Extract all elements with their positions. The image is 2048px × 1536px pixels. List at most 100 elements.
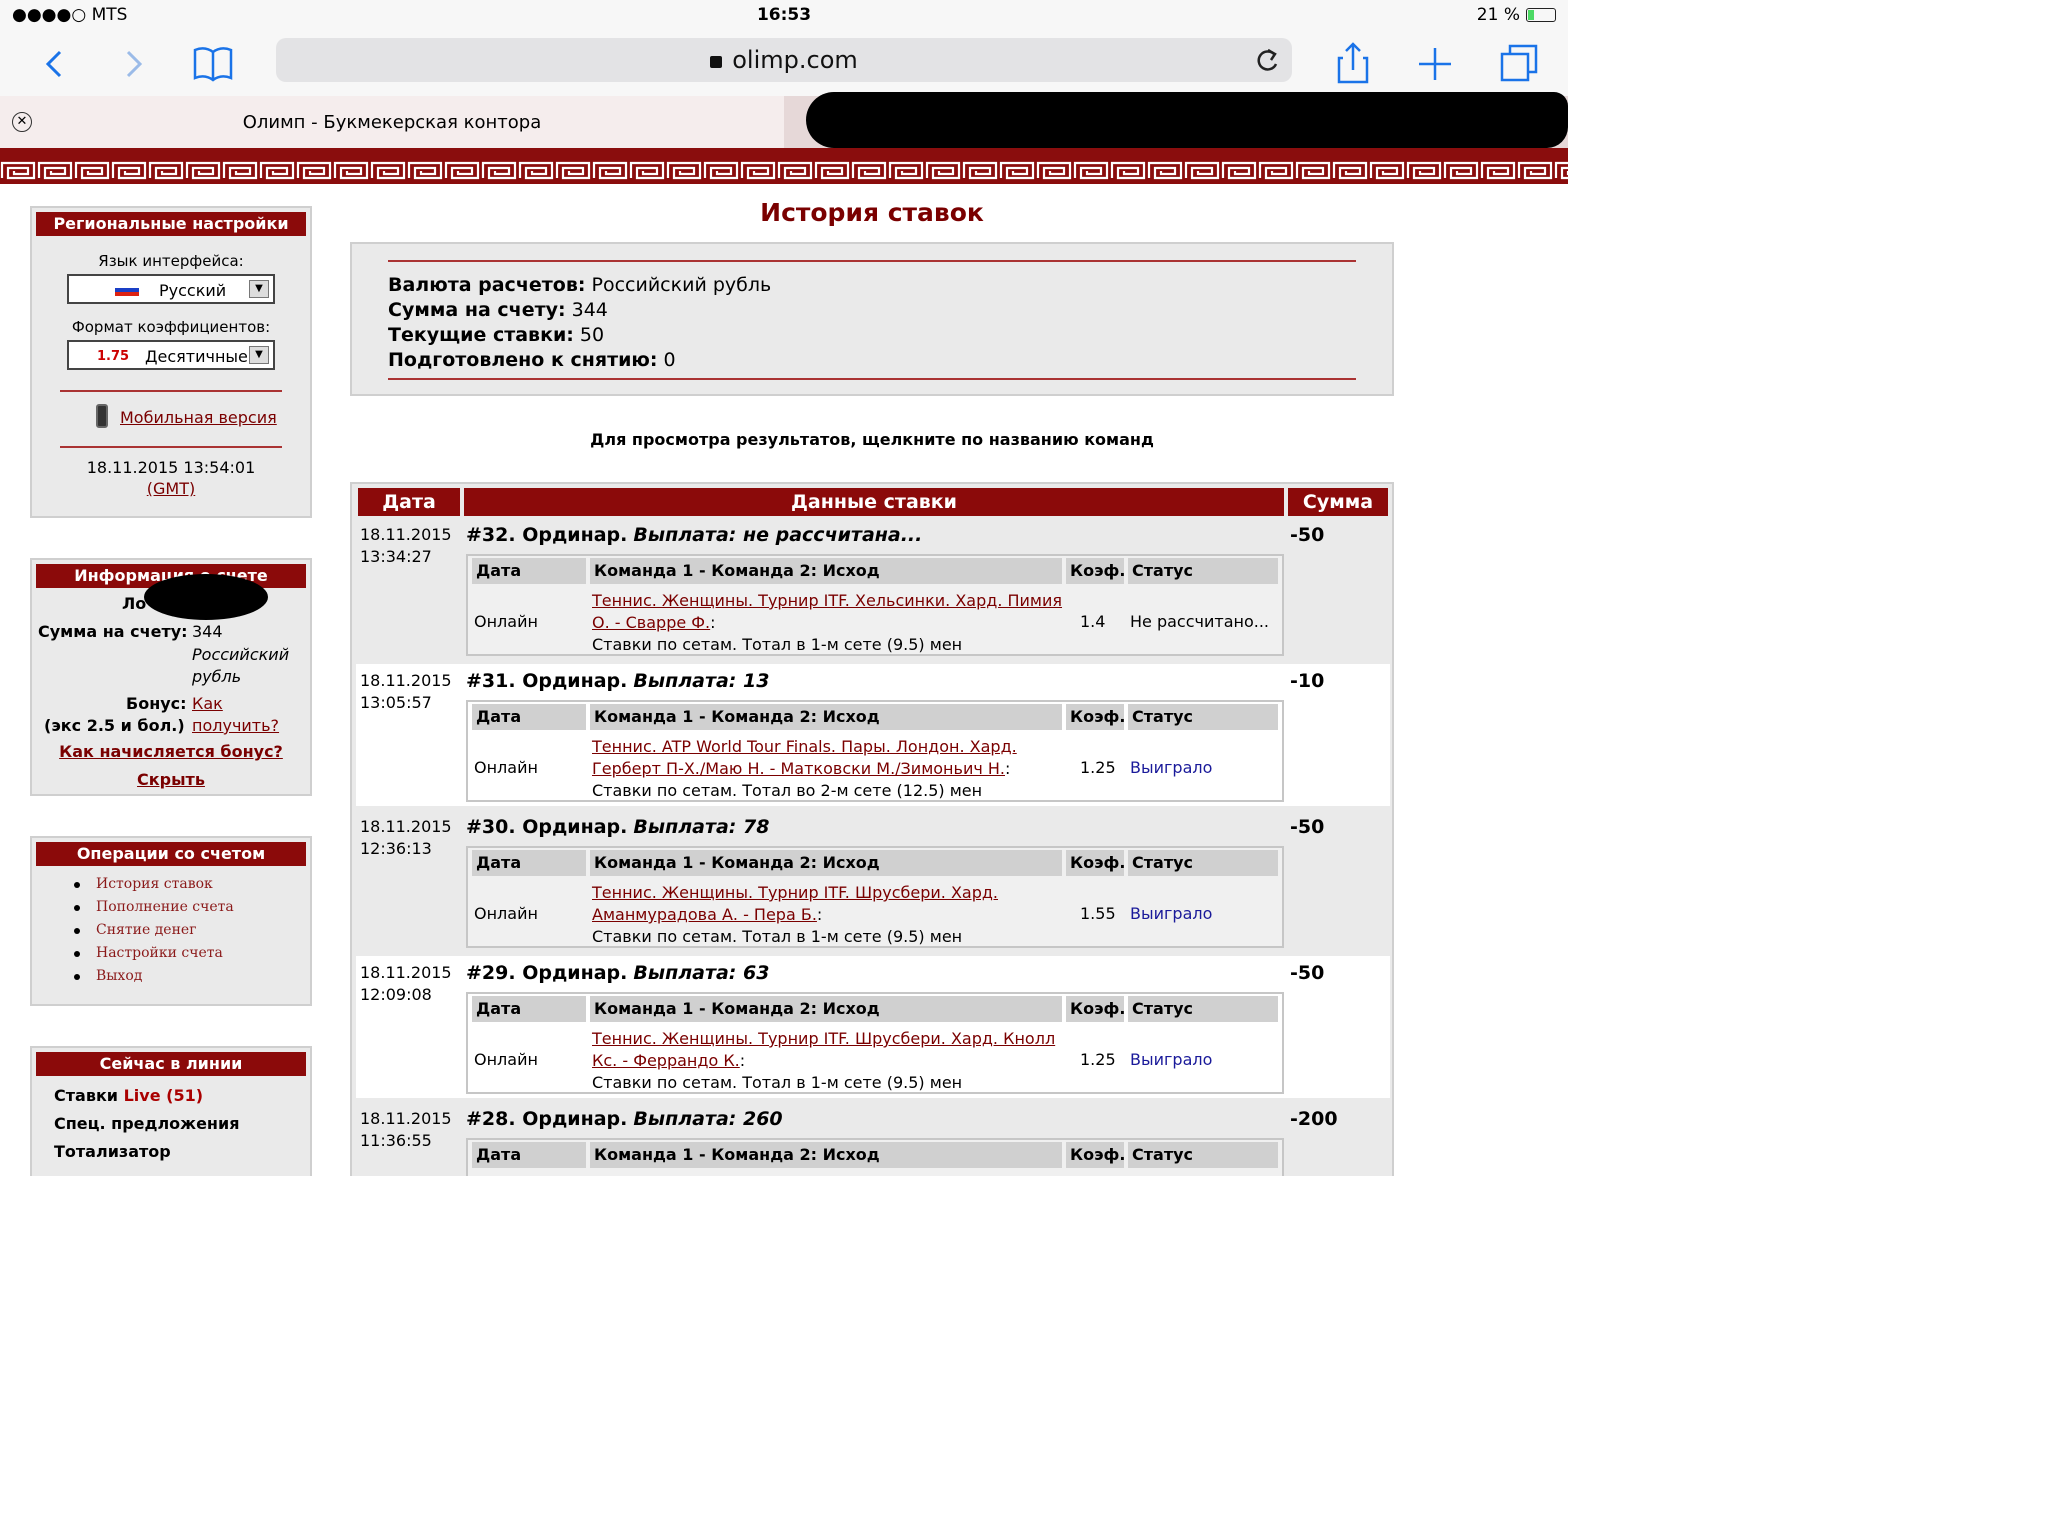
inner-teams-header: Команда 1 - Команда 2: Исход bbox=[590, 558, 1062, 584]
bet-mode: Онлайн bbox=[474, 612, 538, 631]
tab-olimp[interactable]: ✕ Олимп - Букмекерская контора bbox=[0, 96, 784, 148]
account-operations-box: Операции со счетом История ставок Пополн… bbox=[30, 836, 312, 1006]
account-summary: Валюта расчетов: Российский рубль Сумма … bbox=[350, 242, 1394, 396]
account-operations-title: Операции со счетом bbox=[36, 842, 306, 866]
op-withdraw[interactable]: Снятие денег bbox=[32, 922, 310, 945]
bet-mode: Онлайн bbox=[474, 758, 538, 777]
bet-status: Выиграло bbox=[1130, 904, 1213, 923]
inner-teams-header: Команда 1 - Команда 2: Исход bbox=[590, 1142, 1062, 1168]
bet-market: Ставки по сетам. Тотал в 1-м сете (9.5) … bbox=[592, 927, 963, 946]
hide-link[interactable]: Скрыть bbox=[32, 770, 310, 789]
bet-datetime: 18.11.2015 12:09:08 bbox=[360, 962, 460, 1006]
lock-icon bbox=[710, 56, 723, 68]
bet-coef: 1.25 bbox=[1080, 758, 1116, 777]
bet-date: 18.11.2015 bbox=[360, 671, 452, 690]
mobile-version-link[interactable]: Мобильная версия bbox=[120, 408, 277, 427]
dropdown-arrow-icon[interactable]: ▼ bbox=[249, 346, 269, 364]
odds-format-value: Десятичные bbox=[145, 347, 248, 366]
battery-icon bbox=[1526, 8, 1556, 22]
odds-sample: 1.75 bbox=[97, 349, 130, 364]
tabs-overview-icon[interactable] bbox=[1494, 38, 1544, 88]
bet-event: Теннис. Женщины. Турнир ITF. Хельсинки. … bbox=[592, 591, 1063, 654]
back-icon[interactable] bbox=[28, 38, 78, 88]
greek-key-banner bbox=[0, 148, 1568, 184]
language-value: Русский bbox=[159, 281, 227, 300]
event-link[interactable]: Теннис. Женщины. Турнир ITF. Шрусбери. Х… bbox=[592, 1029, 1055, 1048]
bet-mode: Онлайн bbox=[474, 904, 538, 923]
bet-mode: Онлайн bbox=[474, 1050, 538, 1069]
bet-time: 13:34:27 bbox=[360, 547, 432, 566]
inner-date-header: Дата bbox=[472, 1142, 586, 1168]
bet-event: Теннис. Женщины. Турнир ITF. Шрусбери. Х… bbox=[592, 883, 999, 946]
now-in-line-box: Сейчас в линии Ставки Live (51) Спец. пр… bbox=[30, 1046, 312, 1176]
bookmarks-icon[interactable] bbox=[188, 38, 238, 88]
bet-event: Теннис. Женщины. Турнир ITF. Шрусбери. Х… bbox=[592, 1029, 1056, 1092]
new-tab-icon[interactable] bbox=[1410, 38, 1460, 88]
reload-icon[interactable] bbox=[1252, 40, 1282, 87]
inner-status-header: Статус bbox=[1128, 996, 1278, 1022]
bet-sum: -200 bbox=[1290, 1108, 1338, 1130]
bet-event: Теннис. ATP World Tour Finals. Пары. Лон… bbox=[592, 737, 1017, 800]
bet-coef: 1.25 bbox=[1080, 1050, 1116, 1069]
server-datetime: 18.11.2015 13:54:01 bbox=[86, 458, 256, 477]
browser-toolbar: olimp.com bbox=[0, 32, 1568, 96]
bet-heading: #28. Ординар. Выплата: 260 bbox=[466, 1108, 783, 1130]
timezone-link[interactable]: (GMT) bbox=[147, 479, 195, 498]
bet-details: Дата Команда 1 - Команда 2: Исход Коэф. … bbox=[466, 554, 1284, 656]
divider bbox=[60, 390, 282, 392]
bet-date: 18.11.2015 bbox=[360, 525, 452, 544]
event-teams-link[interactable]: Кс. - Феррандо К. bbox=[592, 1051, 740, 1070]
event-link[interactable]: Теннис. Женщины. Турнир ITF. Хельсинки. … bbox=[592, 591, 1062, 610]
inner-date-header: Дата bbox=[472, 704, 586, 730]
inner-teams-header: Команда 1 - Команда 2: Исход bbox=[590, 996, 1062, 1022]
bet-heading: #32. Ординар. Выплата: не рассчитана... bbox=[466, 524, 922, 546]
totalizator-link[interactable]: Тотализатор bbox=[54, 1142, 171, 1161]
bet-date: 18.11.2015 bbox=[360, 963, 452, 982]
event-teams-link[interactable]: О. - Сварре Ф. bbox=[592, 613, 710, 632]
event-link[interactable]: Теннис. ATP World Tour Finals. Пары. Лон… bbox=[592, 737, 1017, 756]
op-bet-history[interactable]: История ставок bbox=[32, 876, 310, 899]
bet-payout: Выплата: 13 bbox=[633, 670, 770, 692]
inner-coef-header: Коэф. bbox=[1066, 996, 1126, 1022]
battery-status: 21 % bbox=[1477, 5, 1556, 25]
redaction-mark bbox=[806, 92, 1568, 148]
bonus-accrual-link[interactable]: Как начисляется бонус? bbox=[32, 742, 310, 761]
balance-row: Сумма на счету: 344 bbox=[388, 299, 608, 321]
live-bets-item[interactable]: Ставки Live (51) bbox=[54, 1086, 203, 1105]
bonus-how-link[interactable]: Как bbox=[192, 694, 223, 713]
forward-icon[interactable] bbox=[108, 38, 158, 88]
bet-sum: -50 bbox=[1290, 816, 1325, 838]
event-teams-link[interactable]: Аманмурадова А. - Пера Б. bbox=[592, 905, 817, 924]
col-date-header: Дата bbox=[358, 488, 460, 516]
currency-row: Валюта расчетов: Российский рубль bbox=[388, 274, 772, 296]
op-deposit[interactable]: Пополнение счета bbox=[32, 899, 310, 922]
address-bar[interactable]: olimp.com bbox=[276, 38, 1292, 82]
inner-coef-header: Коэф. bbox=[1066, 1142, 1126, 1168]
odds-format-select[interactable]: 1.75 Десятичные ▼ bbox=[67, 340, 275, 370]
inner-teams-header: Команда 1 - Команда 2: Исход bbox=[590, 704, 1062, 730]
withdraw-row: Подготовлено к снятию: 0 bbox=[388, 349, 676, 371]
divider bbox=[388, 378, 1356, 380]
balance-label: Сумма на счету: bbox=[38, 622, 188, 641]
bet-sum: -10 bbox=[1290, 670, 1325, 692]
special-offers-link[interactable]: Спец. предложения bbox=[54, 1114, 239, 1133]
live-bets-link[interactable]: Live (51) bbox=[124, 1086, 203, 1105]
event-link[interactable]: Теннис. Женщины. Турнир ITF. Шрусбери. Х… bbox=[592, 883, 998, 902]
bonus-get-link[interactable]: получить? bbox=[192, 716, 279, 735]
share-icon[interactable] bbox=[1328, 38, 1378, 88]
inner-status-header: Статус bbox=[1128, 558, 1278, 584]
dropdown-arrow-icon[interactable]: ▼ bbox=[249, 280, 269, 298]
bet-status: Выиграло bbox=[1130, 1050, 1213, 1069]
url-text: olimp.com bbox=[276, 46, 1292, 74]
inner-coef-header: Коэф. bbox=[1066, 558, 1126, 584]
bet-payout: Выплата: не рассчитана... bbox=[633, 524, 923, 546]
inner-coef-header: Коэф. bbox=[1066, 704, 1126, 730]
language-select[interactable]: Русский ▼ bbox=[67, 274, 275, 304]
bet-payout: Выплата: 260 bbox=[633, 1108, 783, 1130]
op-logout[interactable]: Выход bbox=[32, 968, 310, 991]
language-label: Язык интерфейса: bbox=[98, 252, 244, 270]
balance-value: 344 bbox=[192, 622, 223, 641]
inner-date-header: Дата bbox=[472, 850, 586, 876]
op-settings[interactable]: Настройки счета bbox=[32, 945, 310, 968]
event-teams-link[interactable]: Герберт П-Х./Маю Н. - Матковски М./Зимон… bbox=[592, 759, 1005, 778]
